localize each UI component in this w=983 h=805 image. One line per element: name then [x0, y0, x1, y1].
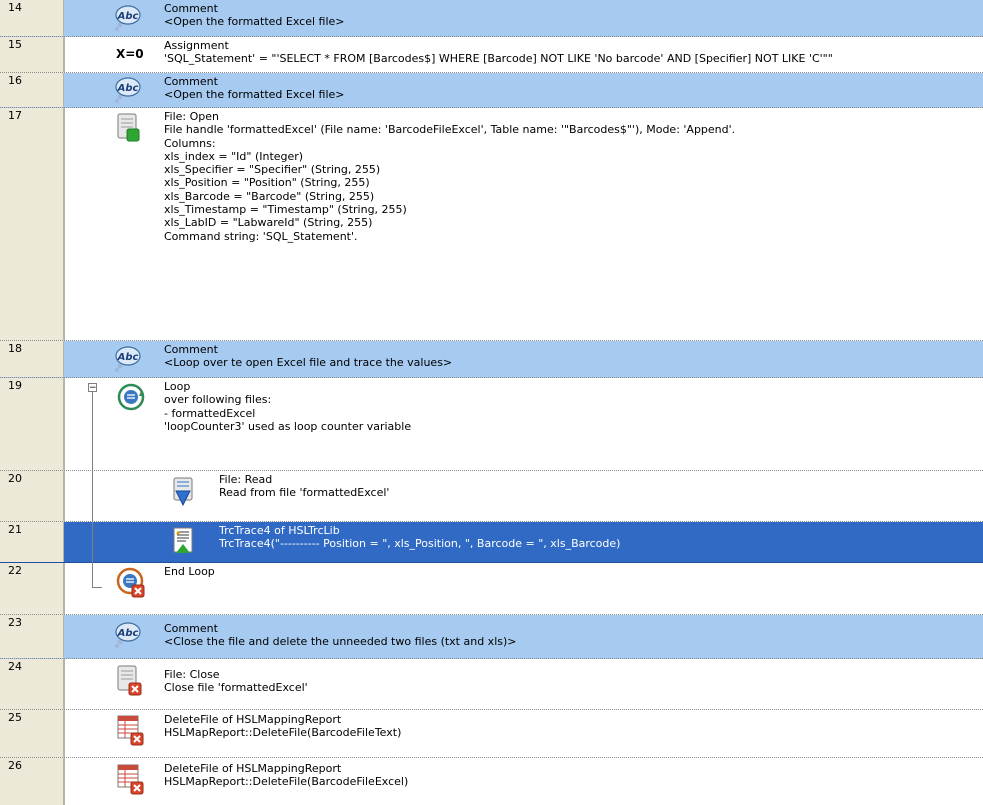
step-row-26[interactable]: 26 DeleteFile of HSLMappingReport HSLMapR…	[0, 758, 983, 805]
collapse-toggle-icon[interactable]: −	[88, 383, 97, 393]
step-row-17[interactable]: 17 File: Open File handle 'formattedExcel…	[0, 108, 983, 341]
line-number: 21	[0, 522, 64, 562]
step-text: Comment <Loop over te open Excel file and…	[164, 343, 453, 370]
line-number: 23	[0, 615, 64, 658]
abc-comment-icon: Abc	[113, 345, 141, 372]
step-row-18[interactable]: 18 Abc Comment <Loop over te open Excel f…	[0, 341, 983, 378]
step-row-25[interactable]: 25 DeleteFile of HSLMappingReport HSLMapR…	[0, 710, 983, 758]
tree-connector	[92, 587, 102, 588]
step-text: Comment <Close the file and delete the un…	[164, 622, 517, 649]
step-text: TrcTrace4 of HSLTrcLib TrcTrace4("-------…	[219, 524, 621, 551]
line-number: 22	[0, 563, 64, 614]
abc-comment-icon: Abc	[113, 76, 141, 103]
step-text: Comment <Open the formatted Excel file>	[164, 75, 345, 102]
tree-connector	[92, 563, 93, 587]
step-row-21[interactable]: 21 TrcTrace4 of HSLTrcLib TrcTrace4("----…	[0, 522, 983, 563]
svg-text:Abc: Abc	[117, 352, 139, 363]
file-close-icon	[116, 665, 144, 697]
tree-connector	[92, 392, 93, 471]
abc-comment-icon: Abc	[113, 4, 141, 31]
delete-file-icon	[116, 714, 146, 748]
svg-text:Abc: Abc	[117, 628, 139, 639]
step-text: Loop over following files: - formattedExc…	[164, 380, 412, 433]
step-row-22[interactable]: 22 End Loop	[0, 563, 983, 615]
end-loop-icon	[116, 567, 146, 599]
step-text: End Loop	[164, 565, 215, 578]
line-number: 24	[0, 659, 64, 709]
line-number: 16	[0, 73, 64, 107]
line-number: 14	[0, 0, 64, 36]
loop-icon	[117, 383, 145, 411]
tree-connector	[92, 471, 93, 522]
trace-icon	[172, 527, 198, 553]
step-text: DeleteFile of HSLMappingReport HSLMapRepo…	[164, 762, 409, 789]
step-text: Comment <Open the formatted Excel file>	[164, 2, 345, 29]
assignment-x0-icon: X=0	[116, 47, 144, 61]
step-row-16[interactable]: 16 Abc Comment <Open the formatted Excel …	[0, 73, 983, 108]
line-number: 18	[0, 341, 64, 377]
line-number: 17	[0, 108, 64, 340]
file-open-icon	[116, 113, 142, 142]
line-number: 26	[0, 758, 64, 805]
line-number: 25	[0, 710, 64, 757]
step-text: File: Close Close file 'formattedExcel'	[164, 668, 308, 695]
step-row-15[interactable]: 15 X=0 Assignment 'SQL_Statement' = "'SEL…	[0, 37, 983, 73]
step-row-14[interactable]: 14 Abc Comment <Open the formatted Excel …	[0, 0, 983, 37]
step-row-24[interactable]: 24 File: Close Close file 'formattedExcel…	[0, 659, 983, 710]
line-number: 15	[0, 37, 64, 72]
line-number: 20	[0, 471, 64, 521]
abc-comment-icon: Abc	[113, 621, 141, 648]
file-read-icon	[172, 477, 198, 507]
step-text: DeleteFile of HSLMappingReport HSLMapRepo…	[164, 713, 402, 740]
line-number: 19	[0, 378, 64, 470]
step-row-20[interactable]: 20 File: Read Read from file 'formattedEx…	[0, 471, 983, 522]
step-text: File: Open File handle 'formattedExcel' (…	[164, 110, 736, 243]
svg-text:Abc: Abc	[117, 11, 139, 22]
svg-text:Abc: Abc	[117, 83, 139, 94]
delete-file-icon	[116, 763, 146, 797]
step-row-23[interactable]: 23 Abc Comment <Close the file and delete…	[0, 615, 983, 659]
step-text: Assignment 'SQL_Statement' = "'SELECT * F…	[164, 39, 833, 66]
step-row-19[interactable]: 19 − Loop over following files: - formatt…	[0, 378, 983, 471]
step-text: File: Read Read from file 'formattedExcel…	[219, 473, 390, 500]
tree-connector	[92, 522, 93, 563]
